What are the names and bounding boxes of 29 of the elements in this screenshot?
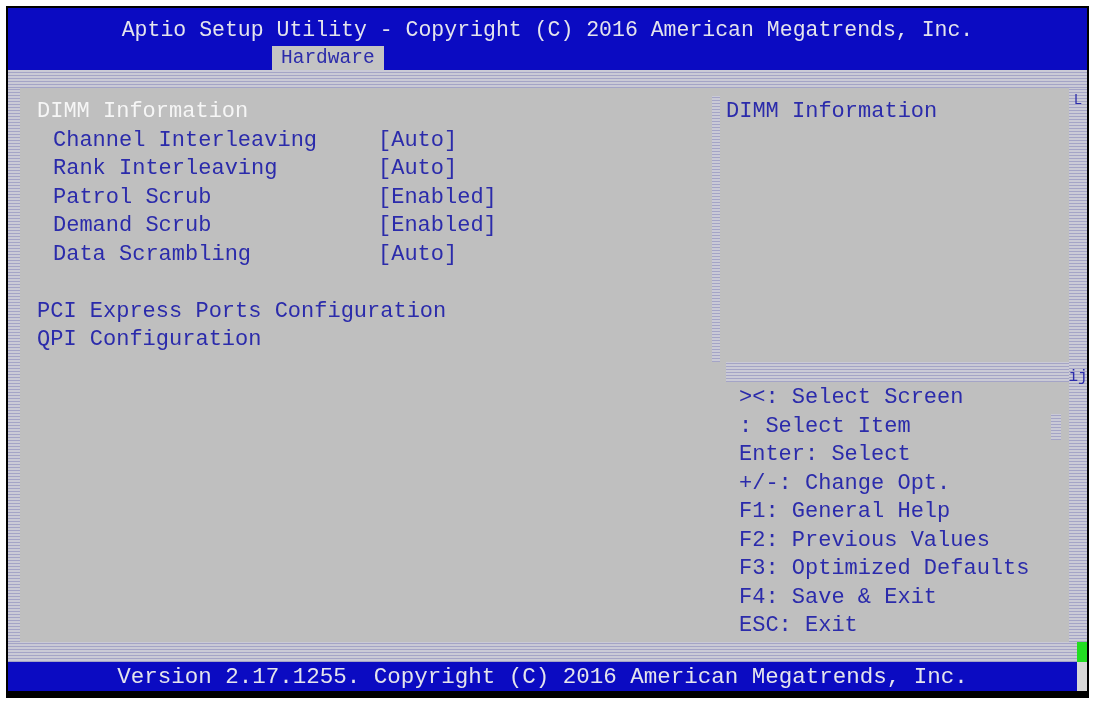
setting-label[interactable]: Patrol Scrub [53, 184, 378, 211]
tab[interactable]: Hardware [272, 46, 384, 70]
setting-value[interactable]: [Enabled] [378, 213, 497, 240]
setting-value[interactable]: [Auto] [378, 241, 458, 268]
key-hint: F3: Optimized Defaults [739, 556, 1030, 583]
key-hint: F4: Save & Exit [739, 584, 938, 611]
frame-glyph: L [1073, 92, 1083, 108]
setting-value[interactable]: [Auto] [378, 156, 458, 183]
setting-label[interactable]: Rank Interleaving [53, 156, 378, 183]
setting-value[interactable]: [Auto] [378, 127, 458, 154]
key-hint: Enter: Select [739, 442, 911, 469]
setting-label[interactable]: Demand Scrub [53, 213, 378, 240]
submenu-item[interactable]: PCI Express Ports Configuration [37, 298, 447, 325]
key-hint: +/-: Change Opt. [739, 470, 951, 497]
footer-text: Version 2.17.1255. Copyright (C) 2016 American Megatrends, Inc. [117, 662, 968, 691]
key-hint: ><: Select Screen [739, 385, 964, 412]
setting-label[interactable]: Data Scrambling [53, 241, 378, 268]
setting-label[interactable]: Channel Interleaving [53, 127, 378, 154]
submenu-item[interactable]: QPI Configuration [37, 327, 262, 354]
key-hint: F2: Previous Values [739, 527, 990, 554]
frame-glyph: ij [1068, 368, 1088, 386]
help-title: DIMM Information [726, 99, 938, 126]
setting-value[interactable]: [Enabled] [378, 184, 497, 211]
scroll-thumb [1051, 414, 1061, 440]
scroll-marker [1077, 642, 1087, 662]
key-hint: : Select Item [739, 413, 911, 440]
window-title: Aptio Setup Utility - Copyright (C) 2016 American Megatrends, Inc. [121, 17, 974, 44]
key-hint: F1: General Help [739, 499, 951, 526]
key-hint: ESC: Exit [739, 613, 858, 640]
